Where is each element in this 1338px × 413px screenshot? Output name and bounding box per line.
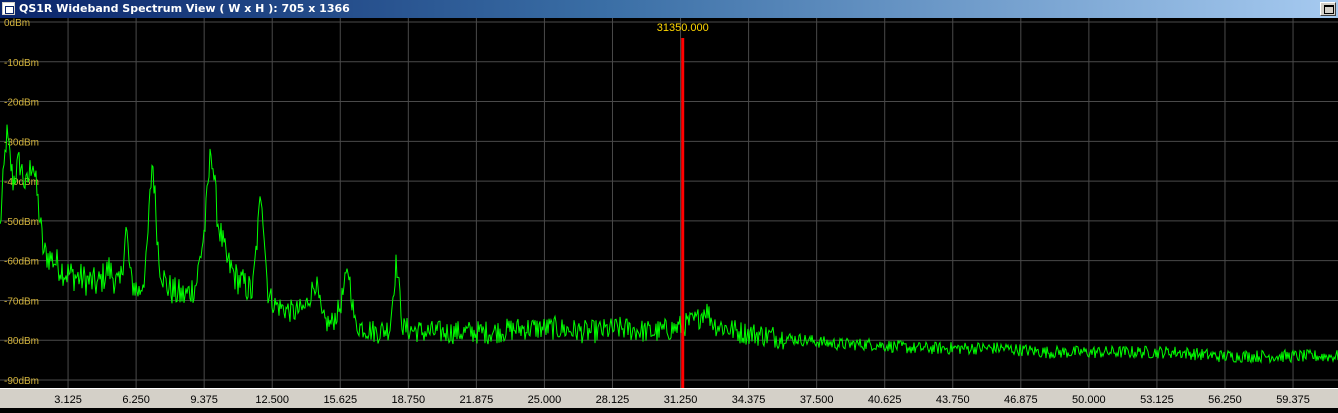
y-tick-label: -60dBm (4, 257, 39, 268)
x-tick-label: 15.625 (323, 394, 357, 406)
x-tick-label: 28.125 (596, 394, 630, 406)
x-tick-label: 3.125 (54, 394, 82, 406)
maximize-button[interactable] (1320, 2, 1336, 16)
y-tick-label: -70dBm (4, 296, 39, 307)
x-tick-label: 43.750 (936, 394, 970, 406)
window-app-icon[interactable] (2, 2, 15, 15)
x-tick-label: 56.250 (1208, 394, 1242, 406)
title-bar[interactable]: QS1R Wideband Spectrum View ( W x H ): 7… (0, 0, 1338, 18)
y-tick-label: -40dBm (4, 177, 39, 188)
x-tick-label: 53.125 (1140, 394, 1174, 406)
y-tick-label: -20dBm (4, 98, 39, 109)
y-tick-label: -90dBm (4, 376, 39, 387)
x-tick-label: 18.750 (391, 394, 425, 406)
x-tick-label: 6.250 (122, 394, 150, 406)
y-tick-label: 0dBm (4, 18, 30, 29)
window-title: QS1R Wideband Spectrum View ( W x H ): 7… (19, 2, 350, 15)
x-tick-label: 40.625 (868, 394, 902, 406)
x-axis-labels: 3.125 6.250 9.375 12.500 15.625 18.750 21.875 2… (54, 394, 1310, 406)
y-tick-label: -80dBm (4, 336, 39, 347)
x-tick-label: 50.000 (1072, 394, 1106, 406)
frequency-axis-bar: 3.125 6.250 9.375 12.500 15.625 18.750 21.875 2… (0, 388, 1338, 408)
x-tick-label: 25.000 (528, 394, 562, 406)
plot-background (0, 18, 1338, 388)
marker-frequency-label: 31350.000 (657, 22, 709, 34)
y-tick-label: -50dBm (4, 217, 39, 228)
y-tick-label: -10dBm (4, 58, 39, 69)
x-tick-label: 34.375 (732, 394, 766, 406)
x-tick-label: 31.250 (664, 394, 698, 406)
x-tick-label: 37.500 (800, 394, 834, 406)
x-tick-label: 46.875 (1004, 394, 1038, 406)
x-tick-label: 59.375 (1276, 394, 1310, 406)
spectrum-display[interactable]: 0dBm-10dBm-20dBm-30dBm-40dBm-50dBm-60dBm… (0, 18, 1338, 388)
x-tick-label: 21.875 (460, 394, 494, 406)
x-tick-label: 9.375 (190, 394, 218, 406)
x-tick-label: 12.500 (255, 394, 289, 406)
